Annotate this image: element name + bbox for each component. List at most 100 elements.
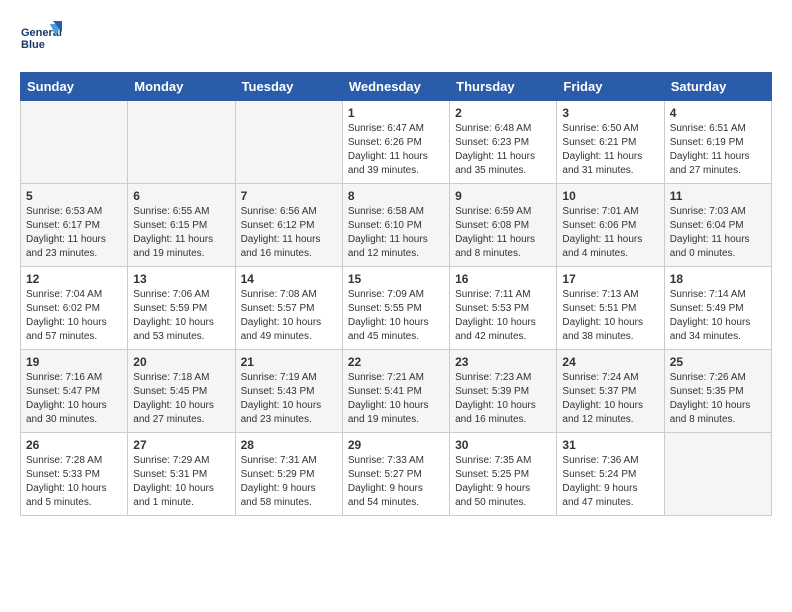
day-number: 28: [241, 438, 337, 452]
calendar-cell: 17 Sunrise: 7:13 AM Sunset: 5:51 PM Dayli…: [557, 267, 664, 350]
day-info: Sunrise: 7:13 AM Sunset: 5:51 PM Dayligh…: [562, 288, 658, 344]
day-number: 17: [562, 272, 658, 286]
calendar-week-row: 12 Sunrise: 7:04 AM Sunset: 6:02 PM Dayli…: [21, 267, 772, 350]
calendar-cell: 30Sunrise: 7:35 AM Sunset: 5:25 PM Dayli…: [450, 433, 557, 516]
day-number: 8: [348, 189, 444, 203]
day-info: Sunrise: 6:53 AM Sunset: 6:17 PM Dayligh…: [26, 205, 122, 261]
day-number: 10: [562, 189, 658, 203]
day-info: Sunrise: 7:04 AM Sunset: 6:02 PM Dayligh…: [26, 288, 122, 344]
calendar-cell: 8 Sunrise: 6:58 AM Sunset: 6:10 PM Daylig…: [342, 184, 449, 267]
calendar-cell: 2 Sunrise: 6:48 AM Sunset: 6:23 PM Daylig…: [450, 101, 557, 184]
calendar-week-row: 19 Sunrise: 7:16 AM Sunset: 5:47 PM Dayli…: [21, 350, 772, 433]
calendar-cell: 16 Sunrise: 7:11 AM Sunset: 5:53 PM Dayli…: [450, 267, 557, 350]
day-number: 14: [241, 272, 337, 286]
calendar-cell: 7Sunrise: 6:56 AM Sunset: 6:12 PM Daylig…: [235, 184, 342, 267]
day-number: 22: [348, 355, 444, 369]
logo-svg: General Blue: [20, 20, 62, 62]
day-info: Sunrise: 7:06 AM Sunset: 5:59 PM Dayligh…: [133, 288, 229, 344]
day-info: Sunrise: 7:11 AM Sunset: 5:53 PM Dayligh…: [455, 288, 551, 344]
day-number: 25: [670, 355, 766, 369]
weekday-header: Wednesday: [342, 73, 449, 101]
day-info: Sunrise: 7:33 AM Sunset: 5:27 PM Dayligh…: [348, 454, 444, 510]
day-info: Sunrise: 7:19 AM Sunset: 5:43 PM Dayligh…: [241, 371, 337, 427]
calendar-cell: 15 Sunrise: 7:09 AM Sunset: 5:55 PM Dayli…: [342, 267, 449, 350]
day-number: 13: [133, 272, 229, 286]
weekday-header: Thursday: [450, 73, 557, 101]
day-number: 15: [348, 272, 444, 286]
day-number: 26: [26, 438, 122, 452]
calendar-cell: 1 Sunrise: 6:47 AM Sunset: 6:26 PM Daylig…: [342, 101, 449, 184]
day-number: 12: [26, 272, 122, 286]
day-number: 6: [133, 189, 229, 203]
calendar-cell: 22 Sunrise: 7:21 AM Sunset: 5:41 PM Dayli…: [342, 350, 449, 433]
calendar-cell: [128, 101, 235, 184]
day-info: Sunrise: 7:29 AM Sunset: 5:31 PM Dayligh…: [133, 454, 229, 510]
day-info: Sunrise: 7:16 AM Sunset: 5:47 PM Dayligh…: [26, 371, 122, 427]
day-number: 2: [455, 106, 551, 120]
calendar-cell: 24 Sunrise: 7:24 AM Sunset: 5:37 PM Dayli…: [557, 350, 664, 433]
day-number: 20: [133, 355, 229, 369]
day-info: Sunrise: 6:59 AM Sunset: 6:08 PM Dayligh…: [455, 205, 551, 261]
day-number: 19: [26, 355, 122, 369]
calendar-cell: 14 Sunrise: 7:08 AM Sunset: 5:57 PM Dayli…: [235, 267, 342, 350]
calendar-cell: 25 Sunrise: 7:26 AM Sunset: 5:35 PM Dayli…: [664, 350, 771, 433]
day-number: 18: [670, 272, 766, 286]
weekday-header: Sunday: [21, 73, 128, 101]
calendar-cell: 10 Sunrise: 7:01 AM Sunset: 6:06 PM Dayli…: [557, 184, 664, 267]
calendar-cell: 12 Sunrise: 7:04 AM Sunset: 6:02 PM Dayli…: [21, 267, 128, 350]
day-info: Sunrise: 6:55 AM Sunset: 6:15 PM Dayligh…: [133, 205, 229, 261]
day-info: Sunrise: 7:08 AM Sunset: 5:57 PM Dayligh…: [241, 288, 337, 344]
calendar-cell: 4Sunrise: 6:51 AM Sunset: 6:19 PM Daylig…: [664, 101, 771, 184]
day-info: Sunrise: 7:18 AM Sunset: 5:45 PM Dayligh…: [133, 371, 229, 427]
day-number: 29: [348, 438, 444, 452]
logo: General Blue: [20, 20, 64, 62]
calendar-cell: 3 Sunrise: 6:50 AM Sunset: 6:21 PM Daylig…: [557, 101, 664, 184]
weekday-header: Saturday: [664, 73, 771, 101]
svg-text:Blue: Blue: [21, 39, 45, 51]
calendar-cell: 18 Sunrise: 7:14 AM Sunset: 5:49 PM Dayli…: [664, 267, 771, 350]
weekday-header: Monday: [128, 73, 235, 101]
day-info: Sunrise: 7:31 AM Sunset: 5:29 PM Dayligh…: [241, 454, 337, 510]
weekday-header: Tuesday: [235, 73, 342, 101]
day-number: 16: [455, 272, 551, 286]
calendar-cell: [21, 101, 128, 184]
calendar-header-row: SundayMondayTuesdayWednesdayThursdayFrid…: [21, 73, 772, 101]
day-number: 3: [562, 106, 658, 120]
calendar-cell: 26Sunrise: 7:28 AM Sunset: 5:33 PM Dayli…: [21, 433, 128, 516]
day-number: 9: [455, 189, 551, 203]
day-info: Sunrise: 6:50 AM Sunset: 6:21 PM Dayligh…: [562, 122, 658, 178]
day-number: 31: [562, 438, 658, 452]
day-number: 11: [670, 189, 766, 203]
day-info: Sunrise: 7:03 AM Sunset: 6:04 PM Dayligh…: [670, 205, 766, 261]
day-info: Sunrise: 7:09 AM Sunset: 5:55 PM Dayligh…: [348, 288, 444, 344]
day-info: Sunrise: 7:26 AM Sunset: 5:35 PM Dayligh…: [670, 371, 766, 427]
calendar-cell: [235, 101, 342, 184]
weekday-header: Friday: [557, 73, 664, 101]
calendar-cell: 23Sunrise: 7:23 AM Sunset: 5:39 PM Dayli…: [450, 350, 557, 433]
day-number: 21: [241, 355, 337, 369]
day-number: 1: [348, 106, 444, 120]
day-info: Sunrise: 6:47 AM Sunset: 6:26 PM Dayligh…: [348, 122, 444, 178]
day-info: Sunrise: 7:23 AM Sunset: 5:39 PM Dayligh…: [455, 371, 551, 427]
calendar-cell: 27 Sunrise: 7:29 AM Sunset: 5:31 PM Dayli…: [128, 433, 235, 516]
day-info: Sunrise: 6:48 AM Sunset: 6:23 PM Dayligh…: [455, 122, 551, 178]
day-number: 7: [241, 189, 337, 203]
day-info: Sunrise: 7:21 AM Sunset: 5:41 PM Dayligh…: [348, 371, 444, 427]
day-info: Sunrise: 6:58 AM Sunset: 6:10 PM Dayligh…: [348, 205, 444, 261]
day-number: 24: [562, 355, 658, 369]
calendar-week-row: 5Sunrise: 6:53 AM Sunset: 6:17 PM Daylig…: [21, 184, 772, 267]
day-info: Sunrise: 7:36 AM Sunset: 5:24 PM Dayligh…: [562, 454, 658, 510]
day-info: Sunrise: 7:35 AM Sunset: 5:25 PM Dayligh…: [455, 454, 551, 510]
calendar-cell: [664, 433, 771, 516]
calendar-table: SundayMondayTuesdayWednesdayThursdayFrid…: [20, 72, 772, 516]
calendar-cell: 21 Sunrise: 7:19 AM Sunset: 5:43 PM Dayli…: [235, 350, 342, 433]
page-header: General Blue: [20, 20, 772, 62]
day-info: Sunrise: 7:24 AM Sunset: 5:37 PM Dayligh…: [562, 371, 658, 427]
calendar-cell: 11 Sunrise: 7:03 AM Sunset: 6:04 PM Dayli…: [664, 184, 771, 267]
day-info: Sunrise: 6:51 AM Sunset: 6:19 PM Dayligh…: [670, 122, 766, 178]
day-info: Sunrise: 7:14 AM Sunset: 5:49 PM Dayligh…: [670, 288, 766, 344]
day-number: 27: [133, 438, 229, 452]
calendar-cell: 19 Sunrise: 7:16 AM Sunset: 5:47 PM Dayli…: [21, 350, 128, 433]
calendar-cell: 29 Sunrise: 7:33 AM Sunset: 5:27 PM Dayli…: [342, 433, 449, 516]
day-info: Sunrise: 7:01 AM Sunset: 6:06 PM Dayligh…: [562, 205, 658, 261]
